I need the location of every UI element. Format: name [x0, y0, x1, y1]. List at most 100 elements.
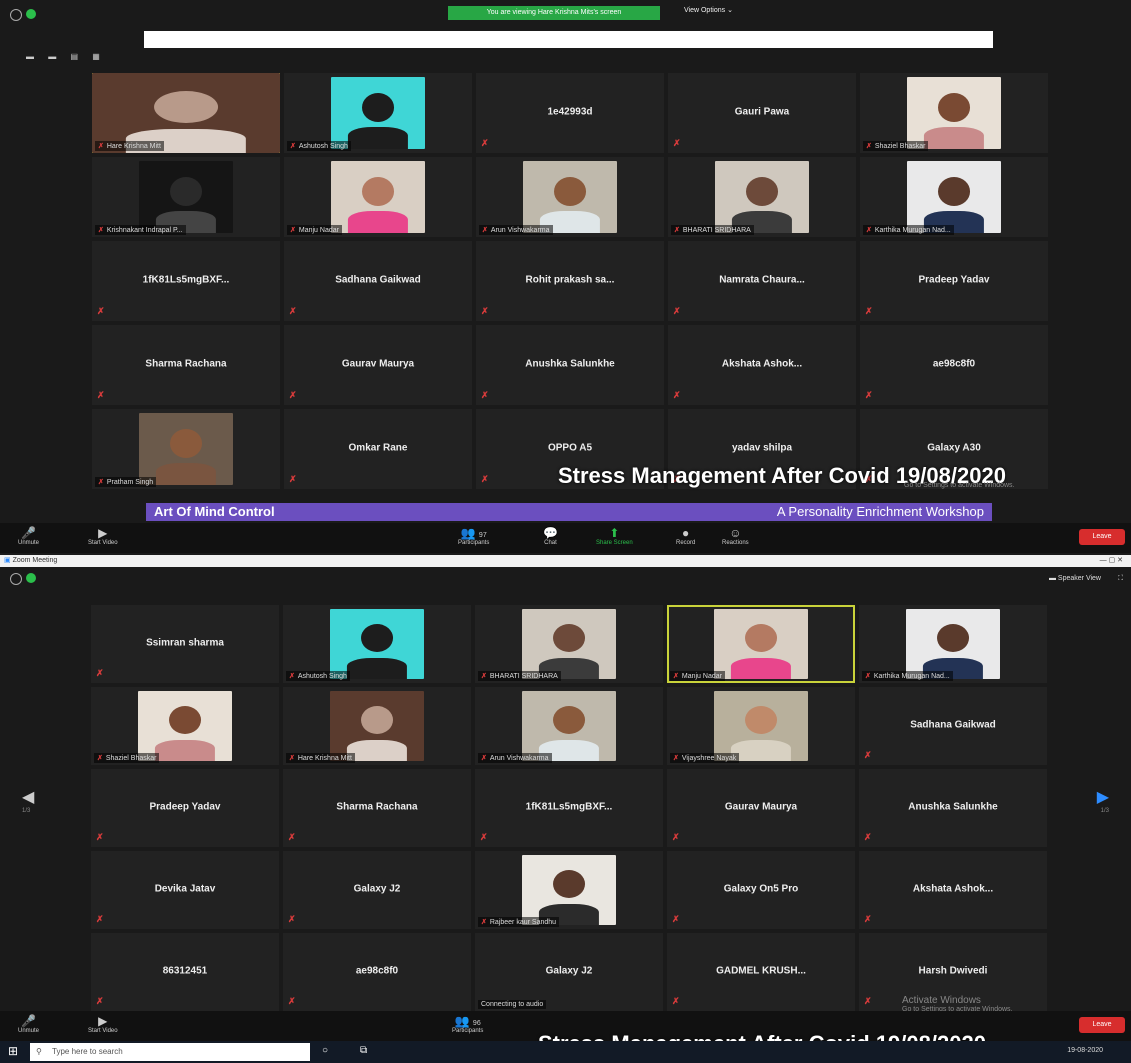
participant-tile-galaxy-on5-pro[interactable]: Galaxy On5 Pro ✗: [667, 851, 855, 929]
mic-muted-icon: 🎤: [21, 1014, 36, 1028]
view-options-menu[interactable]: View Options ⌄: [684, 6, 733, 14]
participant-tile-manju-nadar[interactable]: ✗ Manju Nadar: [284, 157, 472, 237]
participant-tile-ashutosh-singh[interactable]: ✗ Ashutosh Singh: [283, 605, 471, 683]
start-video-button[interactable]: ▶ Start Video: [88, 526, 118, 546]
participant-video: [523, 161, 617, 233]
participant-tile-shaziel-bhaskar[interactable]: ✗ Shaziel Bhaskar: [860, 73, 1048, 153]
participant-tile-hare-krishna-mitt[interactable]: ✗ Hare Krishna Mitt: [92, 73, 280, 153]
start-video-label: Start Video: [88, 540, 118, 546]
participant-tile-sharma-rachana[interactable]: Sharma Rachana ✗: [92, 325, 280, 405]
participant-tile-gaurav-maurya[interactable]: Gaurav Maurya ✗: [284, 325, 472, 405]
participant-tile-akshata-ashok[interactable]: Akshata Ashok... ✗: [668, 325, 856, 405]
start-video-button[interactable]: ▶ Start Video: [88, 1014, 118, 1034]
previous-page-arrow-icon[interactable]: ◀: [22, 787, 34, 807]
mic-muted-icon: ✗: [481, 673, 487, 680]
participant-tile-rohit-prakash-sa[interactable]: Rohit prakash sa... ✗: [476, 241, 664, 321]
chat-button[interactable]: 💬 Chat: [543, 526, 558, 546]
participant-tile-ashutosh-singh[interactable]: ✗ Ashutosh Singh: [284, 73, 472, 153]
participant-face: [362, 92, 394, 122]
participant-tile-akshata-ashok[interactable]: Akshata Ashok... ✗: [859, 851, 1047, 929]
participant-tile-krishnakant-indrapal-p[interactable]: ✗ Krishnakant Indrapal P...: [92, 157, 280, 237]
participant-tile-namrata-chaura[interactable]: Namrata Chaura... ✗: [668, 241, 856, 321]
participant-tile-gaurav-maurya[interactable]: Gaurav Maurya ✗: [667, 769, 855, 847]
record-button[interactable]: ● Record: [676, 526, 695, 546]
participant-tile-pradeep-yadav[interactable]: Pradeep Yadav ✗: [91, 769, 279, 847]
participant-name-label: ✗ Manju Nadar: [670, 671, 725, 681]
participant-tile-bharati-sridhara[interactable]: ✗ BHARATI SRIDHARA: [475, 605, 663, 683]
participant-tile-devika-jatav[interactable]: Devika Jatav ✗: [91, 851, 279, 929]
mic-muted-icon: ✗: [481, 919, 487, 926]
info-icon[interactable]: [10, 9, 22, 21]
participant-tile-hare-krishna-mitt[interactable]: ✗ Hare Krishna Mitt: [283, 687, 471, 765]
mic-muted-icon: ✗: [481, 306, 489, 316]
reactions-button[interactable]: ☺ Reactions: [722, 526, 749, 546]
participant-tile-pradeep-yadav[interactable]: Pradeep Yadav ✗: [860, 241, 1048, 321]
participant-tile-sadhana-gaikwad[interactable]: Sadhana Gaikwad ✗: [859, 687, 1047, 765]
participant-tile-shaziel-bhaskar[interactable]: ✗ Shaziel Bhaskar: [91, 687, 279, 765]
cortana-icon[interactable]: ○: [322, 1045, 328, 1056]
mic-muted-icon: 🎤: [21, 526, 36, 540]
participant-tile-1e42993d[interactable]: 1e42993d ✗: [476, 73, 664, 153]
speaker-view-button[interactable]: ▬ Speaker View: [1049, 575, 1101, 582]
participant-tile-1fk81ls5mgbxf[interactable]: 1fK81Ls5mgBXF... ✗: [475, 769, 663, 847]
participant-tile-gadmel-krush[interactable]: GADMEL KRUSH... ✗: [667, 933, 855, 1011]
participant-name-label: ✗ BHARATI SRIDHARA: [478, 671, 561, 681]
participant-tile-karthika-murugan-nad[interactable]: ✗ Karthika Murugan Nad...: [860, 157, 1048, 237]
participant-tile-gauri-pawa[interactable]: Gauri Pawa ✗: [668, 73, 856, 153]
participant-name: Karthika Murugan Nad...: [874, 227, 951, 234]
shared-screen-top-strip: [144, 31, 993, 48]
activate-windows-sub: Go to Settings to activate Windows.: [904, 482, 1015, 489]
window-controls[interactable]: — ▢ ✕: [1100, 555, 1123, 567]
security-shield-icon[interactable]: [26, 573, 36, 583]
fullscreen-icon[interactable]: ⛶: [1118, 575, 1123, 583]
leave-button[interactable]: Leave: [1079, 1017, 1125, 1033]
participant-tile-ssimran-sharma[interactable]: Ssimran sharma ✗: [91, 605, 279, 683]
participant-tile-sadhana-gaikwad[interactable]: Sadhana Gaikwad ✗: [284, 241, 472, 321]
participant-tile-karthika-murugan-nad[interactable]: ✗ Karthika Murugan Nad...: [859, 605, 1047, 683]
participant-video: [522, 691, 616, 761]
task-view-icon[interactable]: ⧉: [360, 1045, 367, 1056]
participants-icon: 👥 97: [460, 526, 487, 540]
participant-name: Namrata Chaura...: [719, 274, 805, 286]
participant-tile-anushka-salunkhe[interactable]: Anushka Salunkhe ✗: [859, 769, 1047, 847]
unmute-button[interactable]: 🎤 Unmute: [18, 526, 39, 546]
participants-button[interactable]: 👥 97 Participants: [458, 526, 489, 546]
participants-button[interactable]: 👥 96 Participants: [452, 1014, 483, 1034]
participant-tile-sharma-rachana[interactable]: Sharma Rachana ✗: [283, 769, 471, 847]
mic-muted-icon: ✗: [97, 755, 103, 762]
participant-tile-vijayshree-nayak[interactable]: ✗ Vijayshree Nayak: [667, 687, 855, 765]
participant-tile-1fk81ls5mgbxf[interactable]: 1fK81Ls5mgBXF... ✗: [92, 241, 280, 321]
participant-tile-omkar-rane[interactable]: Omkar Rane ✗: [284, 409, 472, 489]
participant-tile-rajbeer-kaur-sandhu[interactable]: ✗ Rajbeer kaur Sandhu: [475, 851, 663, 929]
participant-name: Pradeep Yadav: [149, 801, 221, 813]
participant-tile-ae98c8f0[interactable]: ae98c8f0 ✗: [283, 933, 471, 1011]
participant-tile-arun-vishwakarma[interactable]: ✗ Arun Vishwakarma: [476, 157, 664, 237]
participant-tile-manju-nadar[interactable]: ✗ Manju Nadar: [667, 605, 855, 683]
participant-tile-ae98c8f0[interactable]: ae98c8f0 ✗: [860, 325, 1048, 405]
participant-tile-bharati-sridhara[interactable]: ✗ BHARATI SRIDHARA: [668, 157, 856, 237]
participant-name: Manju Nadar: [298, 227, 339, 234]
info-icon[interactable]: [10, 573, 22, 585]
participant-name: Gaurav Maurya: [724, 801, 798, 813]
participant-name: 1e42993d: [547, 106, 593, 118]
next-page-arrow-icon[interactable]: ▶: [1097, 787, 1109, 807]
windows-start-icon[interactable]: ⊞: [8, 1044, 18, 1058]
participant-tile-anushka-salunkhe[interactable]: Anushka Salunkhe ✗: [476, 325, 664, 405]
unmute-button[interactable]: 🎤 Unmute: [18, 1014, 39, 1034]
taskbar-search-input[interactable]: ⚲ Type here to search: [30, 1043, 310, 1061]
participant-tile-86312451[interactable]: 86312451 ✗: [91, 933, 279, 1011]
leave-button[interactable]: Leave: [1079, 529, 1125, 545]
participant-tile-galaxy-j2[interactable]: Galaxy J2 ✗: [283, 851, 471, 929]
participant-face: [154, 90, 218, 123]
participant-tile-pratham-singh[interactable]: ✗ Pratham Singh: [92, 409, 280, 489]
participant-tile-arun-vishwakarma[interactable]: ✗ Arun Vishwakarma: [475, 687, 663, 765]
participant-name: Ashutosh Singh: [297, 673, 347, 680]
mic-muted-icon: ✗: [866, 143, 872, 150]
participant-face: [745, 624, 777, 653]
security-shield-icon[interactable]: [26, 9, 36, 19]
participant-tile-galaxy-j2[interactable]: Galaxy J2 Connecting to audio: [475, 933, 663, 1011]
record-label: Record: [676, 540, 696, 546]
share-screen-button[interactable]: ⬆ Share Screen: [596, 526, 633, 546]
gallery-layout-controls[interactable]: ▬ ▬ ▤ ▦: [26, 52, 106, 61]
participant-name: Gauri Pawa: [734, 106, 790, 118]
